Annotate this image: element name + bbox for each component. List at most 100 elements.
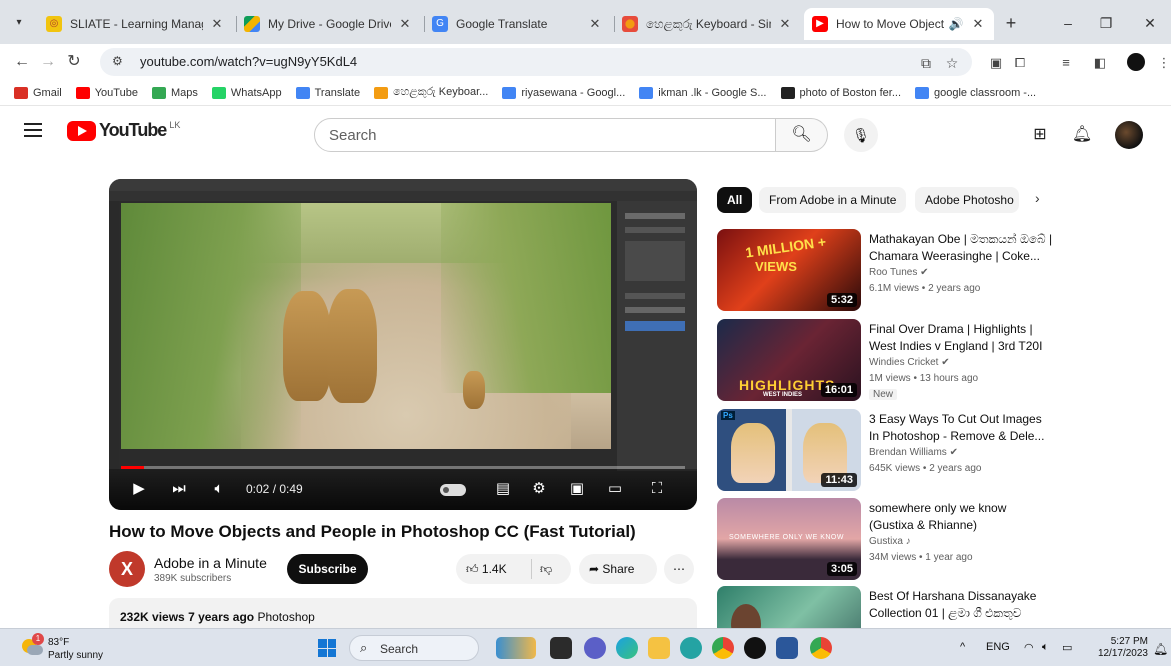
language-indicator[interactable]: ENG bbox=[986, 641, 1010, 653]
close-icon[interactable]: ✕ bbox=[209, 16, 225, 32]
clock[interactable]: 5:27 PM 12/17/2023 bbox=[1096, 636, 1148, 660]
recommendation-title[interactable]: somewhere only we know (Gustixa & Rhiann… bbox=[869, 500, 1053, 534]
word-icon[interactable] bbox=[776, 637, 798, 659]
bookmark-item[interactable]: හෙළකුරු Keyboar... bbox=[374, 86, 488, 99]
audio-icon[interactable]: 🔊 bbox=[948, 17, 964, 31]
chevron-up-icon[interactable]: ^ bbox=[960, 641, 965, 653]
autoplay-toggle[interactable] bbox=[440, 484, 466, 496]
settings-gear-icon[interactable]: ⚙ bbox=[527, 477, 551, 501]
taskbar-search[interactable]: ⌕ Search bbox=[349, 635, 479, 661]
miniplayer-icon[interactable]: ▣ bbox=[565, 477, 589, 501]
bookmark-item[interactable]: Gmail bbox=[14, 86, 62, 99]
file-explorer-icon[interactable] bbox=[648, 637, 670, 659]
like-button[interactable]: 👍︎ 1.4K bbox=[466, 554, 507, 584]
bookmark-item[interactable]: riyasewana - Googl... bbox=[502, 86, 625, 99]
notification-bell-icon[interactable]: 🔔︎ bbox=[1153, 642, 1168, 656]
bookmark-item[interactable]: photo of Boston fer... bbox=[780, 86, 901, 99]
recommendation-channel[interactable]: Windies Cricket ✔ bbox=[869, 357, 950, 368]
video-thumbnail[interactable] bbox=[717, 586, 861, 628]
edge-icon[interactable] bbox=[616, 637, 638, 659]
chevron-right-icon[interactable]: › bbox=[1035, 190, 1040, 206]
channel-avatar[interactable]: X bbox=[109, 551, 145, 587]
video-thumbnail[interactable]: Ps 11:43 bbox=[717, 409, 861, 491]
chat-app-icon[interactable] bbox=[584, 637, 606, 659]
minimize-icon[interactable]: – bbox=[1054, 12, 1082, 34]
search-button[interactable]: 🔍︎ bbox=[776, 118, 828, 152]
recommendation-item[interactable]: Ps 11:43 3 Easy Ways To Cut Out Images I… bbox=[717, 409, 1157, 493]
tab-helakuru[interactable]: හෙළකුරු Keyboard - Sinha ✕ bbox=[614, 8, 801, 40]
theater-mode-icon[interactable]: ▭ bbox=[603, 477, 627, 501]
dislike-button[interactable]: 👎︎ bbox=[540, 554, 552, 584]
speaker-icon[interactable]: 🔈︎ bbox=[1042, 641, 1049, 654]
close-icon[interactable]: ✕ bbox=[587, 16, 603, 32]
task-view-icon[interactable] bbox=[550, 637, 572, 659]
recommendation-item[interactable]: Best Of Harshana Dissanayake Collection … bbox=[717, 586, 1157, 628]
site-settings-icon[interactable]: ⚙ bbox=[112, 54, 123, 68]
tab-google-translate[interactable]: G Google Translate ✕ bbox=[424, 8, 611, 40]
search-input[interactable]: Search bbox=[314, 118, 776, 152]
bookmark-star-icon[interactable]: ☆ bbox=[942, 54, 962, 72]
video-player[interactable]: ▶ ⏭︎ 🔈︎ 0:02 / 0:49 ▤ ⚙ ▣ ▭ ⛶ bbox=[109, 179, 697, 510]
omnibox[interactable]: ⚙ youtube.com/watch?v=ugN9yY5KdL4 ⧉ ☆ bbox=[100, 48, 972, 76]
more-actions-button[interactable]: ⋯ bbox=[664, 554, 694, 584]
create-video-icon[interactable]: ⊞ bbox=[1028, 123, 1052, 147]
recommendation-title[interactable]: Final Over Drama | Highlights | West Ind… bbox=[869, 321, 1053, 355]
subtitles-icon[interactable]: ▤ bbox=[491, 477, 515, 501]
profile-avatar[interactable] bbox=[1127, 53, 1145, 71]
whatsapp-app-icon[interactable] bbox=[680, 637, 702, 659]
media-player-icon[interactable] bbox=[744, 637, 766, 659]
video-thumbnail[interactable]: SOMEWHERE ONLY WE KNOW 3:05 bbox=[717, 498, 861, 580]
subscribe-button[interactable]: Subscribe bbox=[287, 554, 368, 584]
reading-list-icon[interactable]: ≡ bbox=[1056, 54, 1076, 72]
recommendation-channel[interactable]: Brendan Williams ✔ bbox=[869, 447, 958, 458]
recommendation-channel[interactable]: Gustixa ♪ bbox=[869, 536, 911, 547]
close-icon[interactable]: ✕ bbox=[777, 16, 793, 32]
bookmark-item[interactable]: WhatsApp bbox=[211, 86, 282, 99]
chrome-active-icon[interactable] bbox=[810, 637, 832, 659]
reload-icon[interactable]: ↻ bbox=[62, 50, 86, 74]
extensions-puzzle-icon[interactable]: ⧠ bbox=[1010, 54, 1030, 72]
tab-google-drive[interactable]: My Drive - Google Drive ✕ bbox=[236, 8, 421, 40]
recommendation-title[interactable]: 3 Easy Ways To Cut Out Images In Photosh… bbox=[869, 411, 1053, 445]
play-icon[interactable]: ▶ bbox=[127, 477, 151, 501]
recommendation-item[interactable]: 1 MILLION + VIEWS 5:32 Mathakayan Obe | … bbox=[717, 229, 1157, 313]
fullscreen-icon[interactable]: ⛶ bbox=[645, 477, 669, 501]
next-icon[interactable]: ⏭︎ bbox=[167, 477, 191, 501]
battery-icon[interactable]: ▭ bbox=[1062, 641, 1072, 654]
channel-name[interactable]: Adobe in a Minute bbox=[154, 555, 267, 571]
cast-icon[interactable]: ⧉ bbox=[916, 54, 936, 72]
recommendation-item[interactable]: HIGHLIGHTS WEST INDIES 16:01 Final Over … bbox=[717, 319, 1157, 403]
volume-icon[interactable]: 🔈︎ bbox=[207, 477, 231, 501]
url-text[interactable]: youtube.com/watch?v=ugN9yY5KdL4 bbox=[140, 54, 357, 69]
more-menu-icon[interactable]: ⋮ bbox=[1154, 54, 1171, 72]
notifications-bell-icon[interactable]: 🔔︎ bbox=[1070, 123, 1094, 147]
voice-search-button[interactable]: 🎙︎ bbox=[844, 118, 878, 152]
recommendation-item[interactable]: SOMEWHERE ONLY WE KNOW 3:05 somewhere on… bbox=[717, 498, 1157, 582]
bookmark-item[interactable]: Translate bbox=[295, 86, 360, 99]
close-icon[interactable]: ✕ bbox=[970, 16, 986, 32]
recommendation-title[interactable]: Best Of Harshana Dissanayake Collection … bbox=[869, 588, 1053, 622]
wifi-icon[interactable]: ◠ bbox=[1024, 641, 1034, 654]
tab-youtube-active[interactable]: ▶ How to Move Objects a 🔊 ✕ bbox=[804, 8, 994, 40]
new-tab-button[interactable]: + bbox=[1000, 12, 1022, 34]
bookmark-item[interactable]: google classroom -... bbox=[915, 86, 1036, 99]
bookmark-item[interactable]: ikman .lk - Google S... bbox=[639, 86, 767, 99]
bookmark-item[interactable]: YouTube bbox=[75, 86, 138, 99]
chip-adobe-photoshop[interactable]: Adobe Photosho bbox=[915, 187, 1019, 213]
share-button[interactable]: ➦ Share bbox=[579, 554, 657, 584]
close-icon[interactable]: ✕ bbox=[397, 16, 413, 32]
tab-sliate[interactable]: ◎ SLIATE - Learning Managem ✕ bbox=[38, 8, 233, 40]
video-thumbnail[interactable]: 1 MILLION + VIEWS 5:32 bbox=[717, 229, 861, 311]
video-thumbnail[interactable]: HIGHLIGHTS WEST INDIES 16:01 bbox=[717, 319, 861, 401]
recommendation-channel[interactable]: Roo Tunes ✔ bbox=[869, 267, 929, 278]
chip-from-channel[interactable]: From Adobe in a Minute bbox=[759, 187, 907, 213]
bookmark-item[interactable]: Maps bbox=[151, 86, 198, 99]
tab-search-dropdown[interactable]: ▾ bbox=[8, 12, 30, 34]
forward-icon[interactable]: → bbox=[36, 50, 60, 74]
extension-icon[interactable]: ▣ bbox=[986, 54, 1006, 72]
description-box[interactable]: 232K views 7 years ago Photoshop bbox=[109, 598, 697, 628]
landscape-app-icon[interactable] bbox=[496, 637, 536, 659]
youtube-logo[interactable]: YouTube LK bbox=[67, 120, 180, 141]
chrome-icon[interactable] bbox=[712, 637, 734, 659]
weather-widget[interactable]: 1 bbox=[22, 633, 44, 657]
